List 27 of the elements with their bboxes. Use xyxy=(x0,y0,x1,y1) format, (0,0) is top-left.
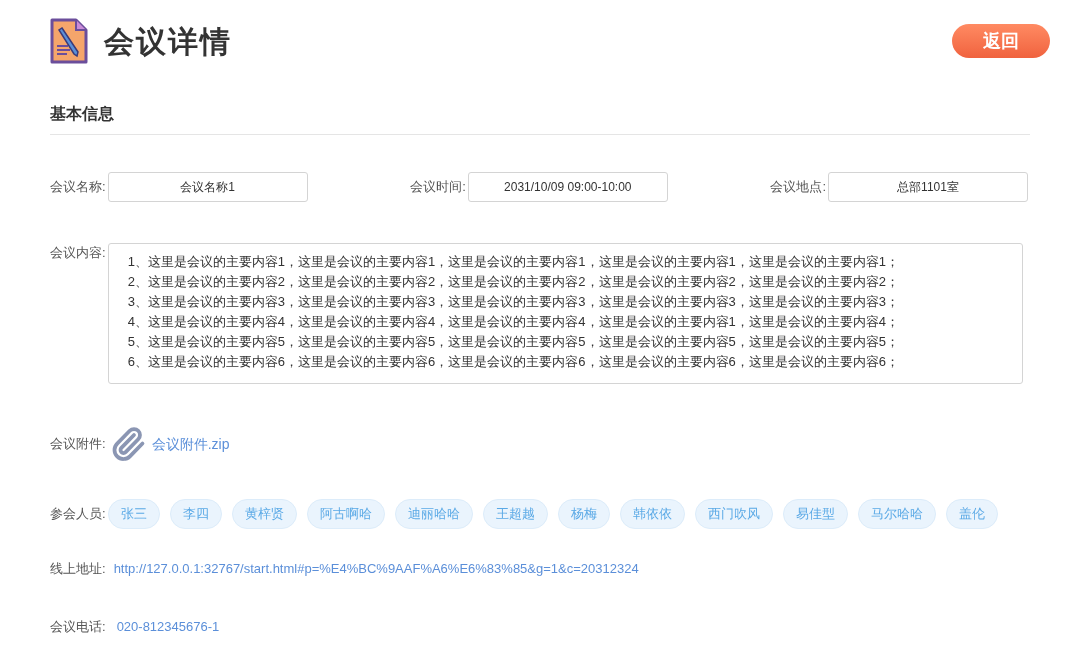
attendee-tag: 杨梅 xyxy=(557,499,610,529)
field-label: 会议附件: xyxy=(50,435,106,454)
field-label: 会议名称: xyxy=(50,178,106,197)
attendee-tag: 阿古啊哈 xyxy=(306,499,385,529)
attendee-tag: 韩依依 xyxy=(619,499,685,529)
content-textarea[interactable]: 1、这里是会议的主要内容1，这里是会议的主要内容1，这里是会议的主要内容1，这里是会议的主要内容1，这里是会议的主要内容1； 2、这里是会议的主要内容2，这里是会议的主要内容2，这里是会议的主要内容2，这里是会议的主要内容2，这里是会议的主要内容2； 3、这里是会议的主要内容3，这里是会议的主要内容3，这里是会议的主要内容3，这里是会议的主要内容3，这里是会议的主要内容3； 4、这里是会议的主要内容4，这里是会议的主要内容4，这里是会议的主要内容4，这里是会议的主要内容1，这里是会议的主要内容4； 5、这里是会议的主要内容5，这里是会议的主要内容5，这里是会议的主要内容5，这里是会议的主要内容5，这里是会议的主要内容5； 6、这里是会议的主要内容6，这里是会议的主要内容6，这里是会议的主要内容6，这里是会议的主要内容6，这里是会议的主要内容6； xyxy=(107,243,1023,384)
attendee-tag: 王超越 xyxy=(482,499,548,529)
text-field[interactable]: 2031/10/09 09:00-10:00 xyxy=(467,172,668,202)
field-label: 会议地点: xyxy=(770,178,826,197)
attendee-tag: 西门吹风 xyxy=(694,499,773,529)
field-label: 线上地址: xyxy=(50,560,106,578)
attendee-tag: 黄梓贤 xyxy=(231,499,297,529)
attendee-tag: 马尔哈哈 xyxy=(857,499,936,529)
section-title: 基本信息 xyxy=(50,105,114,122)
attendee-tag: 迪丽哈哈 xyxy=(394,499,473,529)
field-label: 会议时间: xyxy=(410,178,466,197)
text-field[interactable]: 会议名称1 xyxy=(107,172,308,202)
attendee-tag: 李四 xyxy=(169,499,222,529)
text-field[interactable]: 总部1101室 xyxy=(828,172,1028,202)
field-label: 参会人员: xyxy=(50,505,106,524)
attendee-tag: 易佳型 xyxy=(782,499,848,529)
field-label: 会议电话: xyxy=(50,617,106,636)
attendee-tag: 张三 xyxy=(107,499,160,529)
page-title: 会议详情 xyxy=(104,23,232,60)
field-label: 会议内容: xyxy=(50,244,106,262)
attendee-tag: 盖伦 xyxy=(945,499,998,529)
document-pen-icon xyxy=(50,18,88,64)
